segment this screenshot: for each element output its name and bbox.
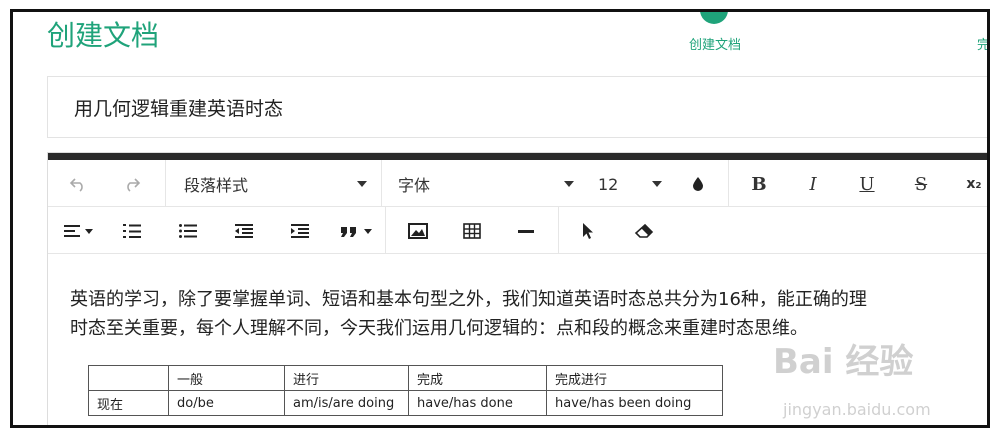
body-paragraph[interactable]: 英语的学习，除了要掌握单词、短语和基本句型之外，我们知道英语时态总共分为16种，… — [70, 285, 867, 343]
underline-button[interactable]: U — [854, 172, 880, 196]
paragraph-style-select[interactable]: 段落样式 — [184, 172, 364, 196]
undo-button[interactable] — [66, 172, 90, 196]
step-label-finish[interactable]: 完 — [977, 34, 987, 53]
rich-text-editor: 段落样式 字体 12 B I U S x₂ 英语的学习，除了要掌握单词、短语和基… — [47, 152, 987, 425]
font-size-chevron-down-icon[interactable] — [652, 181, 662, 187]
editor-top-border — [48, 153, 987, 160]
select-button[interactable] — [576, 219, 600, 243]
outdent-icon — [235, 224, 253, 238]
insert-image-button[interactable] — [406, 219, 430, 243]
outdent-button[interactable] — [232, 219, 256, 243]
table-header-row: 一般 进行 完成 完成进行 — [88, 365, 723, 391]
table-cell: am/is/are doing — [284, 390, 409, 416]
strikethrough-button[interactable]: S — [908, 172, 934, 196]
redo-icon — [127, 178, 141, 192]
clear-format-button[interactable] — [632, 219, 656, 243]
page-title: 创建文档 — [47, 19, 160, 52]
toolbar-row-2 — [48, 207, 987, 254]
horizontal-rule-button[interactable] — [514, 219, 538, 243]
horizontal-rule-icon — [518, 230, 534, 233]
paragraph-line-1: 英语的学习，除了要掌握单词、短语和基本句型之外，我们知道英语时态总共分为16种，… — [70, 289, 867, 310]
paragraph-line-2: 时态至关重要，每个人理解不同，今天我们运用几何逻辑的：点和段的概念来重建时态思维… — [70, 318, 808, 339]
bold-button[interactable]: B — [746, 172, 772, 196]
document-title-text[interactable]: 用几何逻辑重建英语时态 — [74, 94, 283, 121]
table-header-cell: 一般 — [168, 365, 285, 391]
toolbar-separator — [558, 207, 559, 254]
baidu-watermark-logo: Bai 经验 — [773, 342, 914, 382]
indent-button[interactable] — [288, 219, 312, 243]
toolbar-separator — [165, 160, 166, 207]
document-title-field[interactable]: 用几何逻辑重建英语时态 — [47, 76, 987, 138]
align-button[interactable] — [62, 219, 96, 243]
font-size-value: 12 — [598, 174, 619, 194]
table-icon — [463, 223, 481, 239]
indent-icon — [291, 224, 309, 238]
toolbar-row-1: 段落样式 字体 12 B I U S x₂ — [48, 160, 987, 207]
ordered-list-button[interactable] — [120, 219, 144, 243]
bullet-list-button[interactable] — [176, 219, 200, 243]
droplet-icon — [693, 177, 703, 191]
table-header-cell: 进行 — [284, 365, 409, 391]
toolbar-separator — [385, 207, 386, 254]
undo-icon — [69, 178, 83, 192]
table-header-cell: 完成 — [408, 365, 547, 391]
subscript-button[interactable]: x₂ — [960, 172, 987, 196]
paragraph-style-label: 段落样式 — [184, 176, 249, 195]
font-size-select[interactable]: 12 — [598, 172, 658, 196]
table-cell: 现在 — [88, 390, 169, 416]
step-label-create[interactable]: 创建文档 — [689, 34, 741, 53]
ordered-list-icon — [123, 224, 141, 238]
eraser-icon — [634, 223, 654, 238]
table-header-cell — [88, 365, 169, 391]
table-cell: have/has been doing — [546, 390, 723, 416]
blockquote-button[interactable] — [338, 219, 376, 243]
toolbar-separator — [381, 160, 382, 207]
table-row: 现在 do/be am/is/are doing have/has done h… — [88, 390, 723, 416]
paragraph-style-chevron-down-icon[interactable] — [357, 181, 367, 187]
table-cell: have/has done — [408, 390, 547, 416]
toolbar-separator — [728, 160, 729, 207]
font-family-select[interactable]: 字体 — [398, 172, 578, 196]
baidu-watermark-url: jingyan.baidu.com — [783, 400, 931, 419]
redo-button[interactable] — [120, 172, 144, 196]
tense-table[interactable]: 一般 进行 完成 完成进行 现在 do/be am/is/are doing h… — [88, 365, 723, 416]
font-family-label: 字体 — [398, 176, 431, 195]
step-indicator-active — [700, 12, 728, 24]
screenshot-frame: 创建文档 创建文档 完 用几何逻辑重建英语时态 段落样式 字体 12 B I U… — [10, 9, 990, 428]
bullet-list-icon — [179, 224, 197, 238]
insert-table-button[interactable] — [460, 219, 484, 243]
font-family-chevron-down-icon[interactable] — [564, 181, 574, 187]
table-header-cell: 完成进行 — [546, 365, 723, 391]
table-cell: do/be — [168, 390, 285, 416]
quote-icon — [341, 227, 372, 237]
cursor-arrow-icon — [583, 223, 593, 239]
text-color-button[interactable] — [686, 172, 710, 196]
italic-button[interactable]: I — [800, 172, 826, 196]
align-left-icon — [64, 225, 93, 237]
image-icon — [408, 223, 428, 239]
